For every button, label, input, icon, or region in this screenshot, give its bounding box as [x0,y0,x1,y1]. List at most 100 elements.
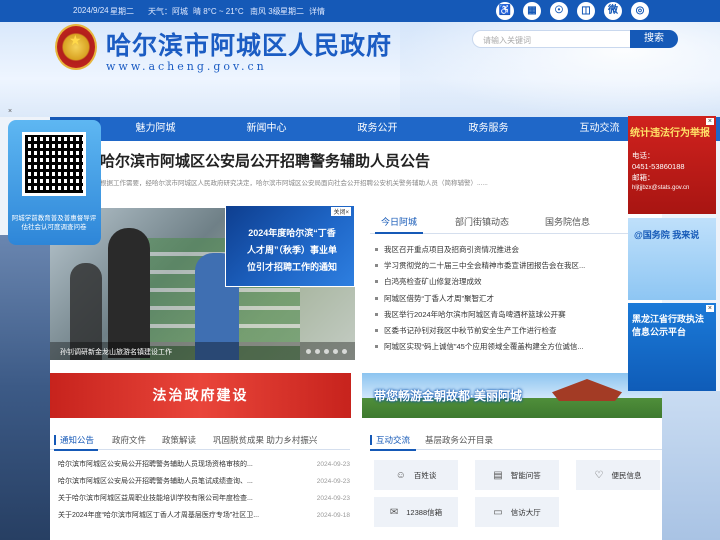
search-input[interactable]: 请输入关键词 [472,30,632,48]
notice-title[interactable]: 哈尔滨市阿城区公安局公开招聘警务辅助人员现场资格审核的... [58,460,303,477]
notice-list: 哈尔滨市阿城区公安局公开招聘警务辅助人员现场资格审核的... 2024-09-2… [58,460,350,528]
notice-title[interactable]: 哈尔滨市阿城区公安局公开招聘警务辅助人员笔试成绩查询、... [58,477,303,494]
active-tab-indicator [54,449,98,451]
tab-rural-revitalization[interactable]: 巩固脱贫成果 助力乡村振兴 [213,434,317,446]
photo-person [108,228,150,358]
tab-policy-interpretation[interactable]: 政策解读 [162,434,196,446]
side-background-right [662,391,720,540]
notice-title[interactable]: 关于哈尔滨市阿城区益周职业技能培训学校有限公司年度检查... [58,494,303,511]
pavilion-illustration [552,379,622,401]
service-12388-button[interactable]: ✉ 12388信箱 [374,497,458,527]
service-grid: ☺ 百姓谈 ▤ 智能问答 ♡ 便民信息 ✉ 12388信箱 ▭ 信访大厅 [374,460,662,527]
contact-line: 电话： [632,151,655,160]
weekday-text: 星期二 [110,7,134,16]
list-item[interactable]: 我区召开重点项目及招商引资情况推进会 [374,244,604,260]
tab-gov-files[interactable]: 政府文件 [112,434,146,446]
rule-of-law-banner[interactable]: 法治政府建设 [50,373,351,418]
slider-dot[interactable] [333,349,338,354]
service-petition-button[interactable]: ▭ 信访大厅 [475,497,559,527]
list-item[interactable]: 阿城区实现“码上诚信”45个应用领域全覆盖构建全方位诚信... [374,341,604,357]
news-list: 我区召开重点项目及招商引资情况推进会 学习贯彻党的二十届三中全会精神市委宣讲团报… [374,244,604,357]
stats-report-title: 统计违法行为举报 [630,128,710,139]
service-label: 信访大厅 [510,507,541,517]
headline-title[interactable]: 哈尔滨市阿城区公安局公开招聘警务辅助人员公告 [100,150,430,171]
notice-date: 2024-09-23 [316,461,350,468]
ad-line: 人才周”（秋季）事业单 [246,245,337,255]
monitor-icon: ▭ [493,506,503,518]
slider-dot[interactable] [315,349,320,354]
state-council-feedback-title: @国务院 我来说 [634,230,700,240]
weather-detail-link[interactable]: 详情 [309,6,325,17]
tab-today-acheng[interactable]: 今日阿城 [381,215,417,228]
tab-notices[interactable]: 通知公告 [53,434,94,446]
headline-summary: 根据工作需要，经哈尔滨市阿城区人民政府研究决定，哈尔滨市阿城区公安局面向社会公开… [100,180,488,187]
list-item[interactable]: 学习贯彻党的二十届三中全会精神市委宣讲团报告会在我区... [374,260,604,276]
slider-dot[interactable] [342,349,347,354]
nav-item-news[interactable]: 新闻中心 [211,117,322,141]
site-title[interactable]: 哈尔滨市阿城区人民政府 [106,26,392,62]
close-qr-button[interactable]: × [8,108,12,115]
service-label: 百姓谈 [413,470,437,480]
qa-icon: ▤ [493,469,503,481]
weibo-icon[interactable]: ☉ [550,2,568,20]
search-button[interactable]: 搜索 [630,30,678,48]
active-tab-indicator [375,232,423,234]
ad-line: 信息公示平台 [632,327,687,337]
notice-tabs: 通知公告 政府文件 政策解读 巩固脱贫成果 助力乡村振兴 [50,432,350,450]
tab-dept-news[interactable]: 部门街镇动态 [455,215,509,228]
top-info-bar: 2024/9/24 星期二 天气：阿城 晴 8°C ~ 21°C 南风 3级 星… [0,0,720,22]
qr-caption[interactable]: 阿城学前教育普及普惠督导评估社会认可度调查问卷 [10,214,98,232]
service-baixingtan-button[interactable]: ☺ 百姓谈 [374,460,458,490]
tourism-banner-text: 带您畅游金朝故都·美丽阿城 [374,389,522,403]
list-item[interactable]: 白鸿亮检查矿山修复治理成效 [374,276,604,292]
list-item[interactable]: 区委书记孙钊对我区中秋节前安全生产工作进行检查 [374,325,604,341]
chat-icon: ☺ [395,469,406,481]
weather-text: 晴 8°C ~ 21°C [193,7,244,16]
service-convenience-button[interactable]: ♡ 便民信息 [576,460,660,490]
active-tab-indicator [370,449,416,451]
app-icon[interactable]: ◎ [631,2,649,20]
slider-dot[interactable] [324,349,329,354]
list-item[interactable]: 我区举行2024年哈尔滨市阿城区青岛啤酒杯篮球公开赛 [374,309,604,325]
service-label: 便民信息 [611,470,642,480]
law-enforcement-title: 黑龙江省行政执法 信息公示平台 [632,313,704,339]
tab-state-council[interactable]: 国务院信息 [545,215,590,228]
close-ad-button[interactable]: 关闭× [331,207,351,216]
interaction-tabs: 互动交流 基层政务公开目录 [369,432,662,450]
heart-icon: ♡ [594,469,604,481]
floating-ad-talent-week[interactable]: 关闭× 2024年度哈尔滨“丁香 人才周”（秋季）事业单 位引才招聘工作的通知 [225,205,355,287]
service-label: 智能问答 [510,470,541,480]
stats-report-contact: 电话： 0451-53860188 邮箱： hljtjjbzx@stats.go… [632,150,689,194]
date-text: 2024/9/24 [73,6,109,15]
nav-item-gov-affairs[interactable]: 政务公开 [322,117,433,141]
wechat-icon[interactable]: 微 [604,2,622,20]
notice-date: 2024-09-23 [316,478,350,485]
tab-interaction[interactable]: 互动交流 [369,434,410,446]
elder-mode-icon[interactable]: ▦ [523,2,541,20]
table-row[interactable]: 关于哈尔滨市阿城区益周职业技能培训学校有限公司年度检查... 2024-09-2… [58,494,350,511]
close-ad-button[interactable]: × [705,305,714,312]
service-label: 12388信箱 [406,507,443,517]
law-enforcement-info-ad[interactable]: × 黑龙江省行政执法 信息公示平台 [628,303,716,391]
nav-item-charm[interactable]: 魅力阿城 [100,117,211,141]
weekday-text-2: 星期二 [280,7,304,16]
table-row[interactable]: 关于2024年度“哈尔滨市阿城区丁香人才周基层医疗专场”社区卫... 2024-… [58,511,350,528]
contact-line: hljtjjbzx@stats.gov.cn [632,185,690,191]
service-smart-qa-button[interactable]: ▤ 智能问答 [475,460,559,490]
table-row[interactable]: 哈尔滨市阿城区公安局公开招聘警务辅助人员现场资格审核的... 2024-09-2… [58,460,350,477]
tab-grassroots-catalog[interactable]: 基层政务公开目录 [425,434,493,446]
slider-dot[interactable] [306,349,311,354]
contact-line: 邮箱： [632,173,655,182]
mobile-icon[interactable]: ◫ [577,2,595,20]
notice-title[interactable]: 关于2024年度“哈尔滨市阿城区丁香人才周基层医疗专场”社区卫... [58,511,303,528]
table-row[interactable]: 哈尔滨市阿城区公安局公开招聘警务辅助人员笔试成绩查询、... 2024-09-2… [58,477,350,494]
state-council-feedback-ad[interactable]: @国务院 我来说 [628,218,716,300]
tourism-banner[interactable]: 带您畅游金朝故都·美丽阿城 [362,373,662,418]
stats-report-ad[interactable]: × 统计违法行为举报 电话： 0451-53860188 邮箱： hljtjjb… [628,116,716,214]
ad-line: 黑龙江省行政执法 [632,314,705,324]
qr-code [22,132,86,196]
accessibility-icon[interactable]: ♿ [496,2,514,20]
weather-label: 天气：阿城 [148,7,188,16]
nav-item-services[interactable]: 政务服务 [433,117,544,141]
list-item[interactable]: 阿城区借势“丁香人才周”聚智汇才 [374,293,604,309]
